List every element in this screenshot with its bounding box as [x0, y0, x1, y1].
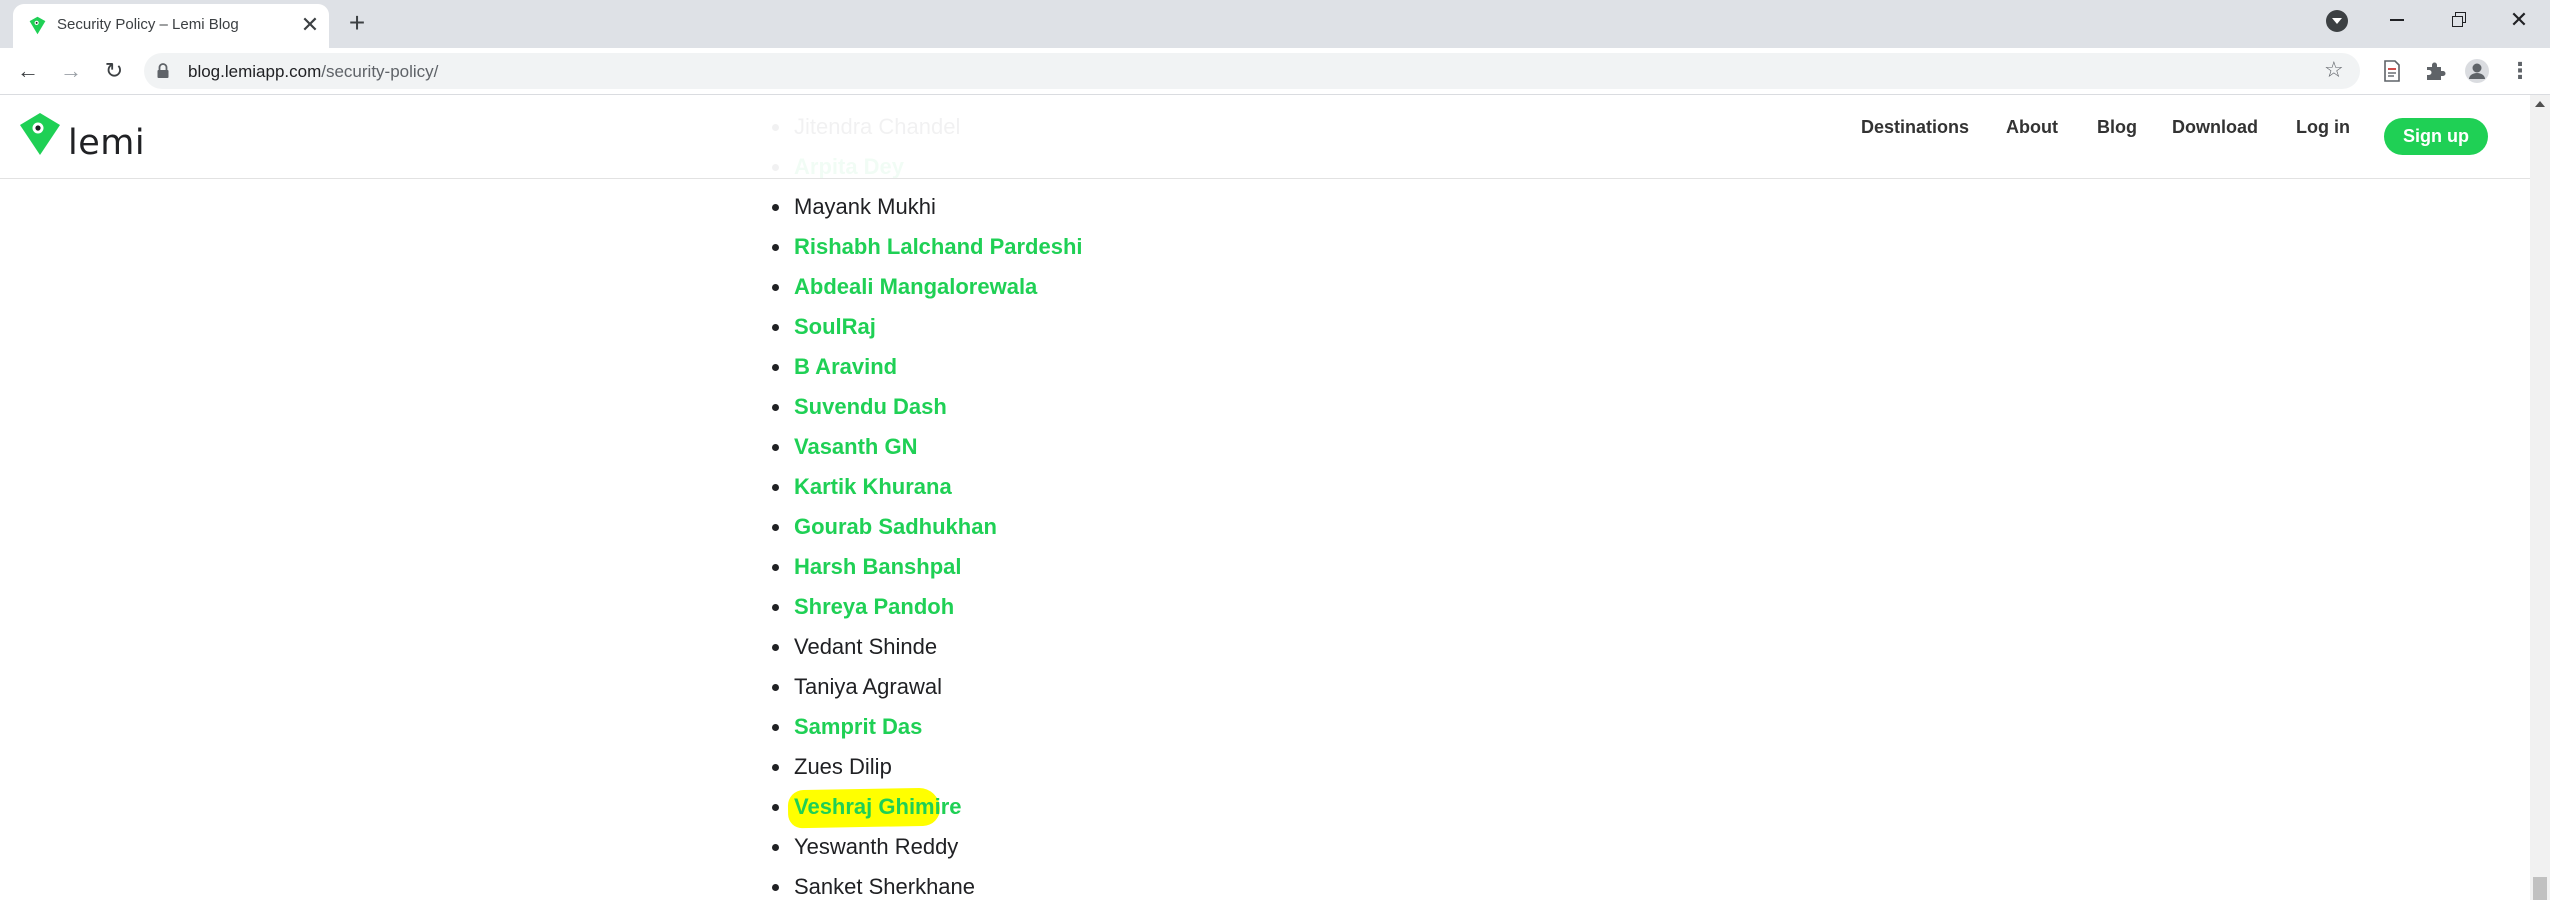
list-bullet: [772, 844, 779, 851]
address-bar[interactable]: blog.lemiapp.com/security-policy/ ☆: [144, 53, 2360, 89]
url-text[interactable]: blog.lemiapp.com/security-policy/: [188, 62, 438, 82]
nav-about[interactable]: About: [2006, 117, 2058, 138]
list-bullet: [772, 724, 779, 731]
signup-button[interactable]: Sign up: [2384, 118, 2488, 155]
browser-tabstrip: Security Policy – Lemi Blog ✕ + ✕: [0, 0, 2550, 48]
contributor-link[interactable]: Rishabh Lalchand Pardeshi: [794, 227, 1083, 267]
contributor-name: Sanket Sherkhane: [794, 874, 976, 899]
list-bullet: [772, 604, 779, 611]
puzzle-icon: [2427, 62, 2446, 80]
list-bullet: [772, 444, 779, 451]
browser-tab-active[interactable]: Security Policy – Lemi Blog ✕: [13, 4, 329, 48]
nav-destinations[interactable]: Destinations: [1861, 117, 1969, 138]
lock-icon[interactable]: [156, 63, 170, 79]
list-bullet: [772, 804, 779, 811]
logo-text: lemi: [68, 123, 146, 163]
contributor-link[interactable]: Shreya Pandoh: [794, 587, 954, 627]
list-bullet: [772, 484, 779, 491]
contributor-link[interactable]: Suvendu Dash: [794, 387, 947, 427]
contributor-link[interactable]: Gourab Sadhukhan: [794, 507, 997, 547]
bookmark-star-icon[interactable]: ☆: [2324, 57, 2344, 83]
document-icon: [2384, 60, 2400, 82]
contributor-link[interactable]: Samprit Das: [794, 707, 922, 747]
avatar: [2465, 59, 2489, 83]
tab-title: Security Policy – Lemi Blog: [57, 16, 239, 33]
back-button[interactable]: ←: [12, 55, 44, 87]
list-bullet: [772, 244, 779, 251]
site-header: lemi Destinations About Blog Download Lo…: [0, 95, 2530, 179]
nav-download[interactable]: Download: [2172, 117, 2258, 138]
minimize-button[interactable]: [2367, 0, 2427, 40]
window-close-icon: ✕: [2509, 7, 2529, 32]
tab-close-icon[interactable]: ✕: [297, 12, 323, 38]
extension-document-icon[interactable]: [2378, 57, 2406, 85]
scroll-up-icon[interactable]: [2535, 101, 2545, 107]
list-bullet: [772, 364, 779, 371]
url-host: blog.lemiapp.com: [188, 62, 322, 81]
list-bullet: [772, 204, 779, 211]
list-bullet: [772, 524, 779, 531]
contributor-name: Vedant Shinde: [794, 634, 938, 659]
restore-icon: [2452, 12, 2466, 27]
list-bullet: [772, 884, 779, 891]
contributor-link[interactable]: Vasanth GN: [794, 427, 917, 467]
profile-avatar-icon[interactable]: [2463, 57, 2491, 85]
url-path: /security-policy/: [321, 62, 439, 81]
list-bullet: [772, 564, 779, 571]
contributor-name: Taniya Agrawal: [794, 674, 942, 699]
contributor-link[interactable]: SoulRaj: [794, 307, 876, 347]
lemi-favicon-icon: [29, 16, 46, 35]
list-bullet: [772, 404, 779, 411]
lemi-logo-icon: [20, 113, 60, 155]
contributor-name: Yeswanth Reddy: [794, 834, 959, 859]
new-tab-button[interactable]: +: [342, 8, 372, 38]
list-bullet: [772, 684, 779, 691]
browser-menu-icon[interactable]: ⋮: [2506, 57, 2534, 85]
list-bullet: [772, 644, 779, 651]
list-bullet: [772, 284, 779, 291]
list-bullet: [772, 324, 779, 331]
contributor-name: Mayank Mukhi: [794, 194, 936, 219]
page-scrollbar[interactable]: [2530, 95, 2550, 900]
minimize-icon: [2390, 19, 2404, 21]
browser-toolbar: ← → ↻ blog.lemiapp.com/security-policy/ …: [0, 48, 2550, 95]
contributor-name: Zues Dilip: [794, 754, 892, 779]
list-bullet: [772, 764, 779, 771]
forward-button[interactable]: →: [55, 55, 87, 87]
scroll-thumb[interactable]: [2533, 877, 2547, 900]
tab-search-icon[interactable]: [2326, 10, 2348, 32]
restore-button[interactable]: [2428, 0, 2488, 40]
window-close-button[interactable]: ✕: [2489, 0, 2549, 40]
nav-blog[interactable]: Blog: [2097, 117, 2137, 138]
nav-login[interactable]: Log in: [2296, 117, 2350, 138]
contributor-link[interactable]: Veshraj Ghimire: [794, 787, 962, 827]
page-viewport: Jitendra ChandelArpita DeyMayank MukhiRi…: [0, 95, 2550, 900]
contributor-link[interactable]: Abdeali Mangalorewala: [794, 267, 1037, 307]
extensions-puzzle-icon[interactable]: [2421, 57, 2449, 85]
contributor-link[interactable]: Kartik Khurana: [794, 467, 952, 507]
contributor-link[interactable]: Harsh Banshpal: [794, 547, 962, 587]
contributor-link[interactable]: B Aravind: [794, 347, 897, 387]
reload-button[interactable]: ↻: [98, 55, 130, 87]
